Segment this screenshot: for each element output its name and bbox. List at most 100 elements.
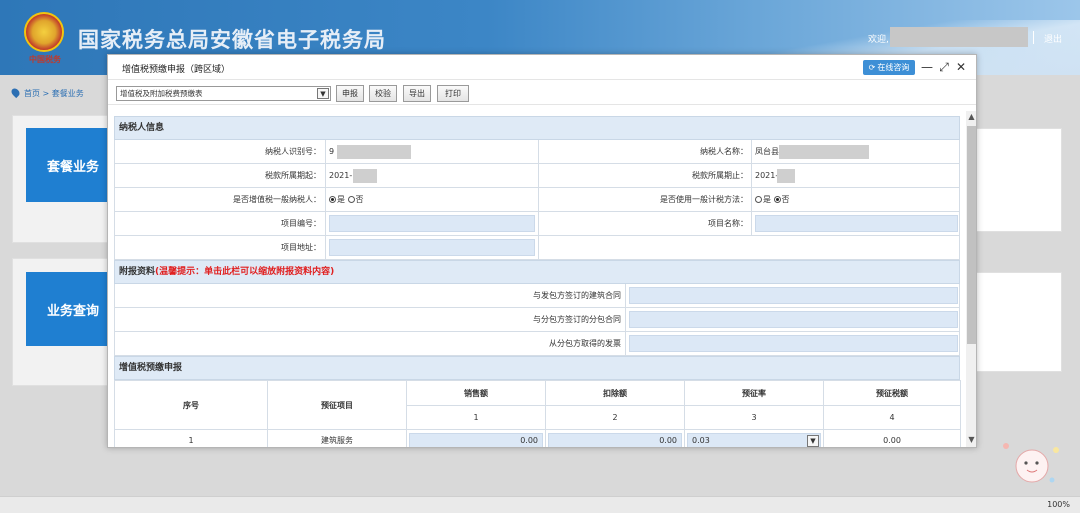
rate-value: 0.03 <box>692 435 710 445</box>
scroll-up-icon[interactable]: ▲ <box>966 112 976 124</box>
col-sales-header: 销售额 <box>406 380 546 406</box>
taxpayer-type-row: 是否增值税一般纳税人： 是 否 是否使用一般计税方法： 是 否 <box>114 188 960 212</box>
project-no-label: 项目编号： <box>281 219 321 228</box>
yes-label: 是 <box>763 195 771 204</box>
scroll-thumb[interactable] <box>967 126 976 344</box>
chevron-down-icon[interactable]: ▼ <box>807 434 819 447</box>
general-taxpayer-label: 是否增值税一般纳税人： <box>233 195 321 204</box>
col-number: 2 <box>545 405 685 430</box>
project-address-row: 项目地址： <box>114 236 960 260</box>
table-row: 1 建筑服务 0.00 0.00 0.03 ▼ 0.00 <box>114 429 961 447</box>
taxpayer-name-value: 凤台县 <box>755 147 779 156</box>
breadcrumb-home[interactable]: 首页 <box>24 89 40 98</box>
col-deduction-header: 扣除额 <box>545 380 685 406</box>
emblem-caption: 中国税务 <box>29 54 61 64</box>
dialog-toolbar: 增值税及附加税费预缴表 ▼ 申报 校验 导出 打印 <box>108 79 976 105</box>
row-seq: 1 <box>114 429 268 447</box>
general-method-yes-radio[interactable] <box>755 196 762 203</box>
general-method-radios: 是 否 <box>755 188 790 211</box>
refresh-icon: ⟳ <box>868 63 876 72</box>
period-end-value: 2021- <box>755 171 779 180</box>
breadcrumb-current[interactable]: 套餐业务 <box>52 89 84 98</box>
period-start-label: 税款所属期起： <box>265 171 321 180</box>
period-start-value: 2021- <box>329 171 353 180</box>
attachment-row: 与发包方签订的建筑合同 <box>114 284 960 308</box>
project-name-input[interactable] <box>755 215 958 232</box>
period-start-redacted <box>353 169 377 183</box>
attachment-section-heading[interactable]: 附报资料(温馨提示：单击此栏可以缩放附报资料内容) <box>114 260 960 284</box>
maximize-icon[interactable]: ⤢ <box>938 60 950 74</box>
yes-label: 是 <box>337 195 345 204</box>
query-panel-right <box>976 272 1062 372</box>
declare-button[interactable]: 申报 <box>336 85 364 102</box>
scroll-down-icon[interactable]: ▼ <box>966 435 976 447</box>
username-redacted <box>890 27 1028 47</box>
validate-button[interactable]: 校验 <box>369 85 397 102</box>
col-seq-header: 序号 <box>114 380 268 430</box>
col-rate-header: 预征率 <box>684 380 824 406</box>
dialog-title: 增值税预缴申报（跨区域） <box>122 65 231 75</box>
taxpayer-id-label: 纳税人识别号： <box>265 147 321 156</box>
header-separator <box>1033 31 1034 44</box>
general-taxpayer-no-radio[interactable] <box>347 196 355 203</box>
project-address-label: 项目地址： <box>281 243 321 252</box>
no-label: 否 <box>781 195 790 204</box>
col-number: 3 <box>684 405 824 430</box>
dialog-content: 纳税人信息 纳税人识别号： 9 纳税人名称： 凤台县 税款所属期起： 2021-… <box>114 111 964 447</box>
project-name-label: 项目名称： <box>708 219 748 228</box>
attachment-row: 与分包方签订的分包合同 <box>114 308 960 332</box>
vat-prepayment-dialog: 增值税预缴申报（跨区域） ⟳ 在线咨询 — ⤢ ✕ 增值税及附加税费预缴表 ▼ … <box>107 54 977 448</box>
taxpayer-name-label: 纳税人名称： <box>700 147 748 156</box>
form-select-value: 增值税及附加税费预缴表 <box>120 89 203 98</box>
close-icon[interactable]: ✕ <box>955 60 967 74</box>
minimize-icon[interactable]: — <box>921 60 933 74</box>
row-item: 建筑服务 <box>267 429 407 447</box>
zoom-level[interactable]: 100% <box>1047 500 1070 509</box>
tax-emblem-icon <box>24 12 64 52</box>
row-tax: 0.00 <box>823 429 961 447</box>
taxpayer-name-redacted <box>779 145 869 159</box>
general-method-no-radio[interactable] <box>773 196 781 203</box>
vertical-scrollbar[interactable]: ▲ ▼ <box>966 111 976 447</box>
dialog-titlebar: 增值税预缴申报（跨区域） ⟳ 在线咨询 — ⤢ ✕ <box>108 55 976 79</box>
sales-input[interactable]: 0.00 <box>409 432 543 447</box>
mascot-sticker-icon <box>1003 443 1059 483</box>
vat-prepayment-table: 序号 预征项目 销售额 扣除额 预征率 预征税额 1 2 3 4 1 建筑服务 … <box>114 380 961 447</box>
col-number: 4 <box>823 405 961 430</box>
project-row: 项目编号： 项目名称： <box>114 212 960 236</box>
business-query-button[interactable]: 业务查询 <box>26 272 120 346</box>
export-button[interactable]: 导出 <box>403 85 431 102</box>
welcome-text: 欢迎, <box>868 35 889 45</box>
col-item-header: 预征项目 <box>267 380 407 430</box>
attachment-subcontract-label: 与分包方签订的分包合同 <box>533 315 621 324</box>
attachment-hint: (温馨提示：单击此栏可以缩放附报资料内容) <box>155 267 335 277</box>
attachment-contract-input[interactable] <box>629 287 958 304</box>
online-consult-button[interactable]: ⟳ 在线咨询 <box>863 60 915 75</box>
location-pin-icon <box>9 86 22 99</box>
project-address-input[interactable] <box>329 239 535 256</box>
online-consult-label: 在线咨询 <box>877 63 910 72</box>
package-business-button[interactable]: 套餐业务 <box>26 128 120 202</box>
taxpayer-id-value: 9 <box>329 147 335 156</box>
rate-select[interactable]: 0.03 ▼ <box>687 432 821 447</box>
taxpayer-id-row: 纳税人识别号： 9 纳税人名称： 凤台县 <box>114 140 960 164</box>
attachment-invoice-input[interactable] <box>629 335 958 352</box>
general-method-label: 是否使用一般计税方法： <box>660 195 748 204</box>
attachment-invoice-label: 从分包方取得的发票 <box>549 339 621 348</box>
general-taxpayer-yes-radio[interactable] <box>329 196 336 203</box>
general-taxpayer-radios: 是 否 <box>329 188 364 211</box>
chevron-down-icon[interactable]: ▼ <box>317 88 329 99</box>
attachment-subcontract-input[interactable] <box>629 311 958 328</box>
attachment-row: 从分包方取得的发票 <box>114 332 960 356</box>
col-number: 1 <box>406 405 546 430</box>
deduction-input[interactable]: 0.00 <box>548 432 682 447</box>
period-end-label: 税款所属期止： <box>692 171 748 180</box>
col-tax-header: 预征税额 <box>823 380 961 406</box>
site-title: 国家税务总局安徽省电子税务局 <box>78 28 386 52</box>
project-no-input[interactable] <box>329 215 535 232</box>
no-label: 否 <box>355 195 364 204</box>
form-select[interactable]: 增值税及附加税费预缴表 ▼ <box>116 86 331 101</box>
print-button[interactable]: 打印 <box>437 85 469 102</box>
breadcrumb-separator: > <box>42 89 50 98</box>
logout-link[interactable]: 退出 <box>1044 32 1062 45</box>
